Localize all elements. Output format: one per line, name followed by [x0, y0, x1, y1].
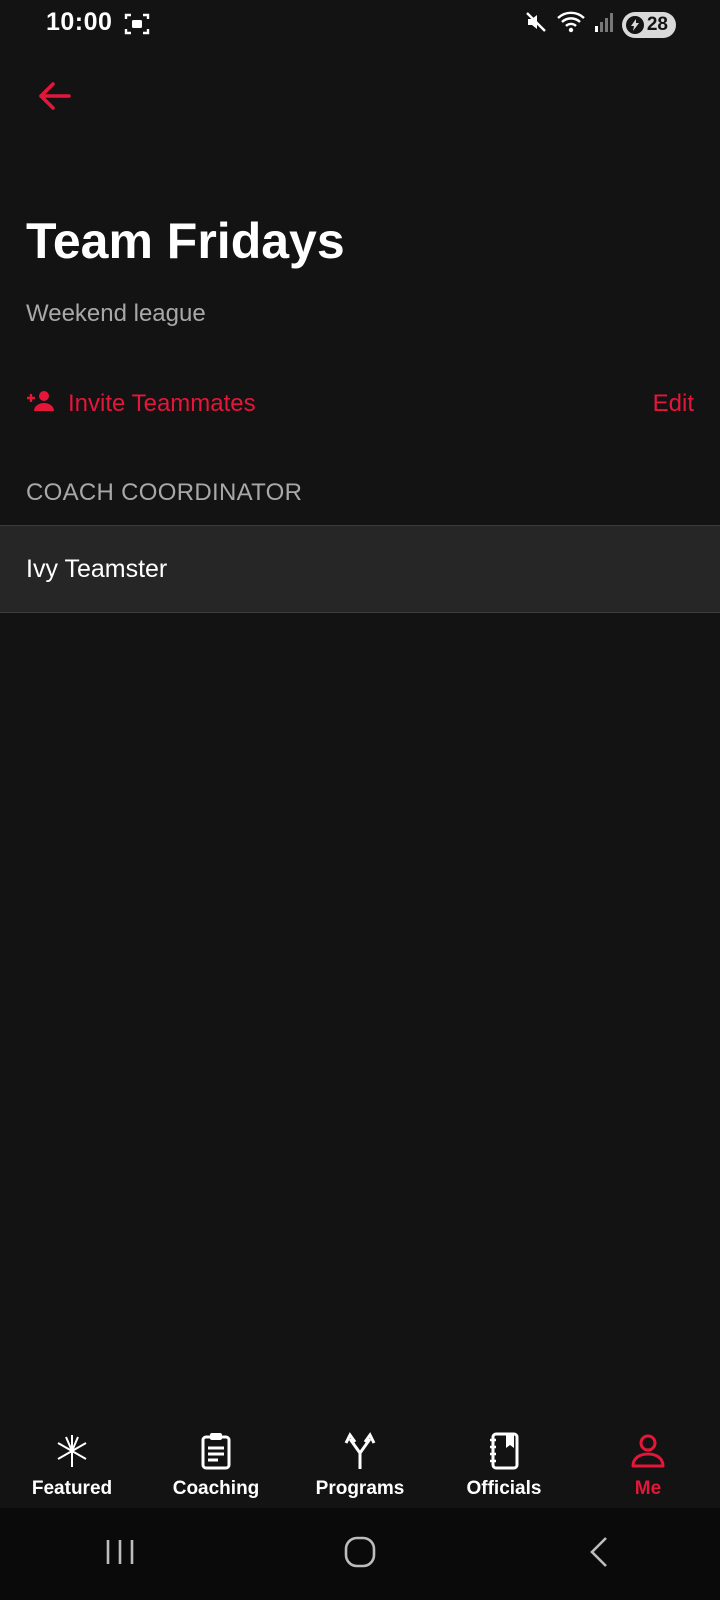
chevron-left-icon — [586, 1535, 614, 1574]
page-subtitle: Weekend league — [26, 300, 206, 327]
nav-item-coaching[interactable]: Coaching — [144, 1420, 288, 1508]
nav-label: Officials — [466, 1478, 542, 1499]
back-button[interactable] — [30, 74, 78, 122]
section-header: COACH COORDINATOR — [26, 479, 303, 506]
battery-level: 28 — [646, 13, 668, 35]
nav-label: Featured — [31, 1478, 113, 1499]
arrow-left-icon — [36, 81, 72, 116]
person-icon — [628, 1430, 668, 1472]
nav-item-featured[interactable]: Featured — [0, 1420, 144, 1508]
person-add-icon — [26, 389, 56, 420]
edit-button[interactable]: Edit — [653, 390, 694, 418]
status-bar: 10:00 28 — [0, 0, 720, 48]
status-icons: 28 — [524, 10, 676, 39]
list-item[interactable]: Ivy Teamster — [0, 525, 720, 613]
nav-item-me[interactable]: Me — [576, 1420, 720, 1508]
bottom-nav: Featured Coaching Programs Officials Me — [0, 1420, 720, 1508]
invite-teammates-button[interactable]: Invite Teammates — [26, 389, 256, 420]
split-arrows-icon — [340, 1430, 380, 1472]
nav-label: Programs — [315, 1478, 405, 1499]
nav-item-programs[interactable]: Programs — [288, 1420, 432, 1508]
featured-icon — [52, 1430, 92, 1472]
signal-icon — [594, 11, 614, 38]
system-back-button[interactable] — [560, 1524, 640, 1584]
wifi-icon — [556, 10, 586, 39]
screenshot-icon — [124, 12, 150, 41]
book-icon — [484, 1430, 524, 1472]
member-name: Ivy Teamster — [26, 554, 168, 583]
nav-label: Me — [634, 1478, 662, 1499]
battery-icon: 28 — [621, 11, 676, 38]
recent-apps-button[interactable] — [80, 1524, 160, 1584]
mute-icon — [524, 10, 548, 39]
actions-row: Invite Teammates Edit — [26, 384, 694, 424]
invite-teammates-label: Invite Teammates — [68, 390, 256, 417]
page-title: Team Fridays — [26, 213, 345, 269]
home-icon — [342, 1534, 378, 1575]
system-nav-bar — [0, 1508, 720, 1600]
status-time: 10:00 — [46, 8, 113, 36]
nav-label: Coaching — [172, 1478, 260, 1499]
nav-item-officials[interactable]: Officials — [432, 1420, 576, 1508]
home-button[interactable] — [320, 1524, 400, 1584]
charging-bolt-icon — [625, 15, 644, 34]
clipboard-icon — [196, 1430, 236, 1472]
recent-apps-icon — [103, 1537, 137, 1572]
